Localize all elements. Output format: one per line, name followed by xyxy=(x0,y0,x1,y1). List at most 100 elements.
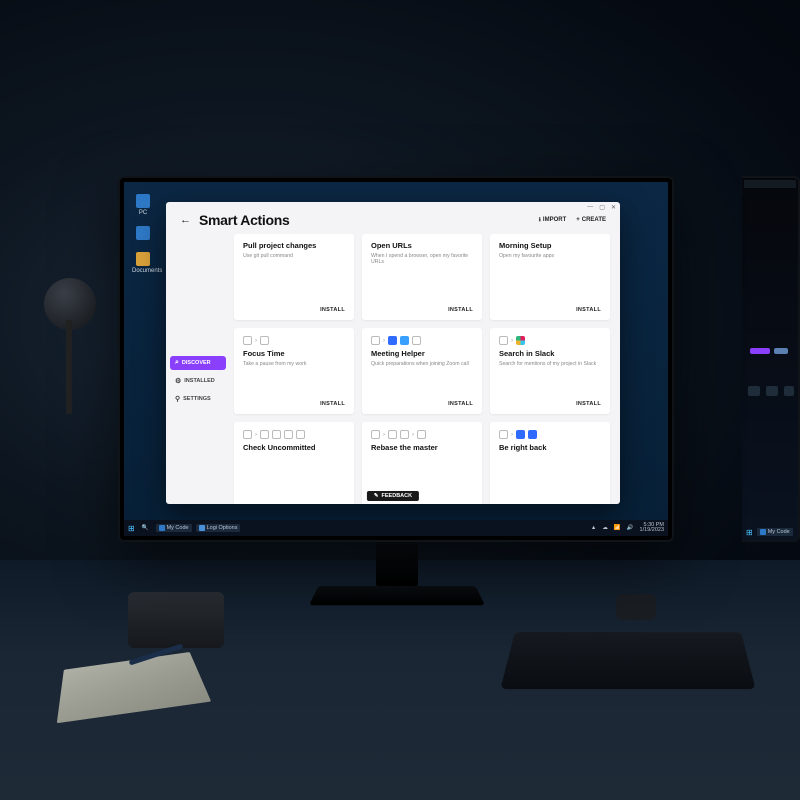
card-title: Pull project changes xyxy=(243,242,345,251)
app-icon xyxy=(159,525,165,531)
taskbar-left: ⊞ 🔍 My Code Logi Options xyxy=(128,524,240,533)
action-card[interactable]: Pull project changesUse git pull command… xyxy=(234,234,354,320)
tray-icon[interactable]: ☁ xyxy=(602,525,608,531)
card-title: Search in Slack xyxy=(499,350,601,359)
step-icon xyxy=(243,430,252,439)
card-grid: Pull project changesUse git pull command… xyxy=(234,234,610,504)
card-title: Be right back xyxy=(499,444,601,453)
tray-icon[interactable]: ▲ xyxy=(591,525,596,531)
create-label: CREATE xyxy=(582,217,606,223)
create-button[interactable]: + CREATE xyxy=(576,215,606,225)
taskbar-search[interactable]: 🔍 xyxy=(139,524,152,532)
monitor-stand xyxy=(376,540,418,586)
step-icon xyxy=(499,336,508,345)
desk-lamp-pole xyxy=(66,320,72,414)
window-maximize[interactable]: ▢ xyxy=(599,204,605,211)
chevron-right-icon: › xyxy=(383,338,385,344)
app-icon xyxy=(199,525,205,531)
step-icon xyxy=(284,430,293,439)
second-taskbar[interactable]: ⊞ My Code xyxy=(742,524,798,540)
action-card[interactable]: Open URLsWhen I spend a browser, open my… xyxy=(362,234,482,320)
step-icon xyxy=(371,430,380,439)
taskbar-app[interactable]: My Code xyxy=(156,524,192,532)
app-icon xyxy=(136,226,150,240)
window-close[interactable]: ✕ xyxy=(611,204,616,211)
install-button[interactable]: INSTALL xyxy=(448,401,473,407)
window-controls: — ▢ ✕ xyxy=(587,204,616,211)
step-icon xyxy=(260,336,269,345)
action-card[interactable]: ›Check Uncommitted xyxy=(234,422,354,504)
step-icon xyxy=(412,336,421,345)
sidebar-item-label: INSTALLED xyxy=(184,378,214,384)
step-icon xyxy=(272,430,281,439)
chevron-right-icon: › xyxy=(255,338,257,344)
smart-actions-window: — ▢ ✕ ← Smart Actions ⭳ IMPORT + CREATE xyxy=(166,202,620,504)
feedback-label: FEEDBACK xyxy=(382,493,413,499)
card-description: When I spend a browser, open my favorite… xyxy=(371,253,473,266)
sidebar-item-label: DISCOVER xyxy=(182,360,211,366)
step-icon xyxy=(296,430,305,439)
card-title: Morning Setup xyxy=(499,242,601,251)
desktop-icon[interactable]: PC xyxy=(132,194,154,216)
action-card[interactable]: ›Search in SlackSearch for mentions of m… xyxy=(490,328,610,414)
back-button[interactable]: ← xyxy=(180,214,191,226)
card-icon-row: › xyxy=(499,336,601,345)
desktop-icon[interactable]: Documents xyxy=(132,252,154,274)
node-fragment xyxy=(784,386,794,396)
card-title: Focus Time xyxy=(243,350,345,359)
settings-icon: ⚲ xyxy=(175,395,180,403)
slack-icon xyxy=(516,336,525,345)
desktop-icon-label: Documents xyxy=(132,268,162,274)
install-button[interactable]: INSTALL xyxy=(576,307,601,313)
chevron-right-icon: › xyxy=(511,338,513,344)
taskbar-app[interactable]: My Code xyxy=(757,528,793,536)
second-monitor-titlebar xyxy=(744,180,796,188)
chevron-right-icon: › xyxy=(511,432,513,438)
card-icon-row: › xyxy=(243,430,345,439)
card-description: Take a pause from my work xyxy=(243,361,345,368)
sidebar-item-label: SETTINGS xyxy=(183,396,211,402)
card-icon-row: › xyxy=(371,336,473,345)
import-button[interactable]: ⭳ IMPORT xyxy=(539,215,566,225)
tray-wifi-icon[interactable]: 📶 xyxy=(614,525,621,531)
install-button[interactable]: INSTALL xyxy=(448,307,473,313)
action-card[interactable]: › Focus Time Take a pause from my work INST… xyxy=(234,328,354,414)
node-fragment xyxy=(750,348,770,354)
step-icon xyxy=(388,430,397,439)
window-minimize[interactable]: — xyxy=(587,204,593,211)
action-card[interactable]: › Be right back xyxy=(490,422,610,504)
taskbar-right: ▲ ☁ 📶 🔊 5:30 PM 1/19/2023 xyxy=(591,523,664,534)
feedback-button[interactable]: ✎ FEEDBACK xyxy=(367,491,419,501)
keyboard xyxy=(500,632,755,689)
taskbar-clock[interactable]: 5:30 PM 1/19/2023 xyxy=(640,523,664,534)
step-icon xyxy=(417,430,426,439)
desktop[interactable]: PC Documents — ▢ ✕ ← Smart Actions xyxy=(124,182,668,536)
earbud-case xyxy=(616,594,656,620)
tray-volume-icon[interactable]: 🔊 xyxy=(627,525,634,531)
folder-icon xyxy=(136,252,150,266)
app-icon xyxy=(388,336,397,345)
sidebar: ⌕ DISCOVER ⚙ INSTALLED ⚲ SETTINGS xyxy=(166,234,230,504)
taskbar-app[interactable]: Logi Options xyxy=(196,524,241,532)
desktop-icon-label: PC xyxy=(139,210,147,216)
card-icon-row: ›› xyxy=(371,430,473,439)
action-card[interactable]: Morning SetupOpen my favourite appsINSTA… xyxy=(490,234,610,320)
feedback-icon: ✎ xyxy=(374,493,379,499)
install-button[interactable]: INSTALL xyxy=(320,401,345,407)
install-button[interactable]: INSTALL xyxy=(320,307,345,313)
step-icon xyxy=(260,430,269,439)
sidebar-item-installed[interactable]: ⚙ INSTALLED xyxy=(170,374,226,388)
app-body: ⌕ DISCOVER ⚙ INSTALLED ⚲ SETTINGS Pull p… xyxy=(166,234,620,504)
node-fragment xyxy=(766,386,778,396)
action-card[interactable]: ›Meeting HelperQuick preparations when j… xyxy=(362,328,482,414)
chevron-right-icon: › xyxy=(412,432,414,438)
sidebar-item-discover[interactable]: ⌕ DISCOVER xyxy=(170,356,226,370)
sidebar-item-settings[interactable]: ⚲ SETTINGS xyxy=(170,392,226,406)
start-button[interactable]: ⊞ xyxy=(128,524,135,533)
import-icon: ⭳ xyxy=(539,215,541,225)
card-grid-wrap: Pull project changesUse git pull command… xyxy=(230,234,620,504)
taskbar[interactable]: ⊞ 🔍 My Code Logi Options ▲ ☁ 📶 🔊 5:30 PM xyxy=(124,520,668,536)
install-button[interactable]: INSTALL xyxy=(576,401,601,407)
start-button[interactable]: ⊞ xyxy=(746,528,753,537)
desktop-icon[interactable] xyxy=(132,226,154,242)
